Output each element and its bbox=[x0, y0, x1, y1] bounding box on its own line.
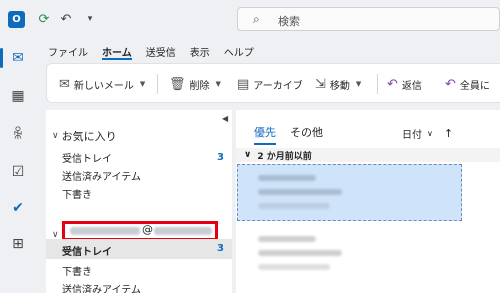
date-group-header[interactable]: ∨ 2 か月前以前 bbox=[236, 148, 500, 162]
archive-icon: ▤ bbox=[237, 76, 250, 92]
folder-label: 下書き bbox=[62, 266, 92, 278]
app-rail: ✉ ▦ ꆜ ☑ ✔ ⊞ bbox=[0, 40, 36, 293]
account-sent[interactable]: 送信済みアイテム bbox=[62, 279, 232, 293]
undo-icon[interactable]: ↶ bbox=[58, 11, 74, 27]
account-at-sign: @ bbox=[142, 223, 153, 236]
account-drafts[interactable]: 下書き bbox=[62, 261, 232, 279]
new-mail-button[interactable]: ✉ 新しいメール ▼ bbox=[59, 74, 145, 94]
move-folder-icon: ⇲ bbox=[315, 76, 326, 92]
search-placeholder: 検索 bbox=[278, 15, 300, 28]
menu-bar: ファイル ホーム 送受信 表示 ヘルプ bbox=[48, 44, 254, 60]
reply-button[interactable]: ↶ 返信 bbox=[387, 74, 422, 94]
fav-inbox[interactable]: 受信トレイ 3 bbox=[62, 148, 232, 166]
reply-all-label: 全員に bbox=[459, 80, 490, 92]
reply-label: 返信 bbox=[401, 80, 422, 92]
account-domain-redacted bbox=[154, 227, 212, 235]
list-item[interactable] bbox=[258, 232, 348, 282]
folder-label: 受信トレイ bbox=[62, 153, 112, 165]
title-bar: O ⟳ ↶ ▾ ⌕ 検索 bbox=[0, 0, 500, 40]
folder-label: 送信済みアイテム bbox=[62, 171, 141, 183]
mail-icon[interactable]: ✉ bbox=[4, 44, 32, 72]
chevron-down-icon: ∨ bbox=[52, 131, 59, 141]
sort-direction-icon[interactable]: ↑ bbox=[444, 127, 453, 140]
ribbon-divider bbox=[157, 74, 158, 94]
trash-icon: 🗑 bbox=[169, 76, 186, 92]
sort-label: 日付 bbox=[402, 130, 422, 141]
delete-label: 削除 bbox=[189, 80, 210, 92]
fav-sent[interactable]: 送信済みアイテム bbox=[62, 166, 232, 184]
list-item[interactable] bbox=[237, 164, 462, 221]
favorites-label: お気に入り bbox=[61, 130, 117, 143]
reply-all-button[interactable]: ↶ 全員に bbox=[445, 74, 490, 94]
outlook-logo-icon: O bbox=[8, 11, 25, 28]
favorites-header[interactable]: ∨ お気に入り bbox=[52, 128, 117, 144]
account-highlight-box[interactable]: @ bbox=[62, 221, 218, 241]
active-indicator bbox=[0, 48, 3, 68]
redacted-sender bbox=[258, 236, 316, 242]
inbox-tabs: 優先 その他 bbox=[254, 124, 323, 145]
redacted-subject bbox=[258, 250, 342, 256]
reply-icon: ↶ bbox=[387, 76, 398, 92]
tab-view[interactable]: 表示 bbox=[190, 44, 210, 60]
new-mail-icon: ✉ bbox=[59, 76, 70, 92]
search-icon: ⌕ bbox=[253, 12, 260, 26]
move-button[interactable]: ⇲ 移動 ▼ bbox=[315, 74, 361, 94]
account-name-redacted bbox=[70, 227, 140, 235]
tab-file[interactable]: ファイル bbox=[48, 44, 88, 60]
tab-focused[interactable]: 優先 bbox=[254, 124, 276, 145]
archive-button[interactable]: ▤ アーカイブ bbox=[237, 74, 303, 94]
redacted-sender bbox=[258, 175, 316, 181]
redacted-preview bbox=[258, 203, 330, 209]
folder-label: 受信トレイ bbox=[62, 247, 112, 258]
apps-icon[interactable]: ⊞ bbox=[4, 230, 32, 258]
move-label: 移動 bbox=[329, 80, 350, 92]
account-inbox[interactable]: 受信トレイ 3 bbox=[46, 239, 232, 259]
unread-count: 3 bbox=[217, 243, 224, 254]
chevron-down-icon[interactable]: ▼ bbox=[356, 80, 361, 88]
delete-button[interactable]: 🗑 削除 ▼ bbox=[169, 74, 221, 94]
folder-pane: ◀ ∨ お気に入り 受信トレイ 3 送信済みアイテム 下書き ∨ @ 受信トレイ… bbox=[46, 110, 232, 293]
ribbon: ✉ 新しいメール ▼ 🗑 削除 ▼ ▤ アーカイブ ⇲ 移動 ▼ ↶ 返信 ↶ … bbox=[46, 63, 500, 103]
unread-count: 3 bbox=[217, 151, 224, 163]
archive-label: アーカイブ bbox=[253, 80, 303, 92]
chevron-down-icon[interactable]: ▼ bbox=[140, 80, 145, 88]
reply-all-icon: ↶ bbox=[445, 76, 456, 92]
search-input[interactable]: ⌕ 検索 bbox=[237, 7, 500, 31]
people-icon[interactable]: ꆜ bbox=[4, 120, 32, 148]
chevron-down-icon[interactable]: ▼ bbox=[216, 80, 221, 88]
folder-label: 下書き bbox=[62, 189, 92, 201]
redacted-subject bbox=[258, 189, 342, 195]
sort-control[interactable]: 日付 ∨ ↑ bbox=[402, 126, 453, 141]
todo-icon[interactable]: ✔ bbox=[4, 194, 32, 222]
message-list: 優先 その他 日付 ∨ ↑ ∨ 2 か月前以前 bbox=[236, 110, 500, 293]
calendar-icon[interactable]: ▦ bbox=[4, 82, 32, 110]
collapse-pane-icon[interactable]: ◀ bbox=[222, 114, 228, 123]
tab-home[interactable]: ホーム bbox=[102, 44, 132, 60]
chevron-down-icon: ∨ bbox=[427, 129, 433, 138]
sync-icon[interactable]: ⟳ bbox=[36, 11, 52, 27]
tab-help[interactable]: ヘルプ bbox=[224, 44, 254, 60]
redacted-preview bbox=[258, 264, 330, 270]
tasks-icon[interactable]: ☑ bbox=[4, 158, 32, 186]
ribbon-divider bbox=[377, 74, 378, 94]
fav-drafts[interactable]: 下書き bbox=[62, 184, 232, 202]
tab-send-receive[interactable]: 送受信 bbox=[146, 44, 176, 60]
new-mail-label: 新しいメール bbox=[73, 80, 134, 92]
customize-quick-access-icon[interactable]: ▾ bbox=[82, 11, 98, 27]
chevron-down-icon: ∨ bbox=[244, 150, 252, 160]
tab-other[interactable]: その他 bbox=[290, 124, 323, 145]
group-label: 2 か月前以前 bbox=[257, 151, 312, 162]
folder-label: 送信済みアイテム bbox=[62, 284, 141, 293]
